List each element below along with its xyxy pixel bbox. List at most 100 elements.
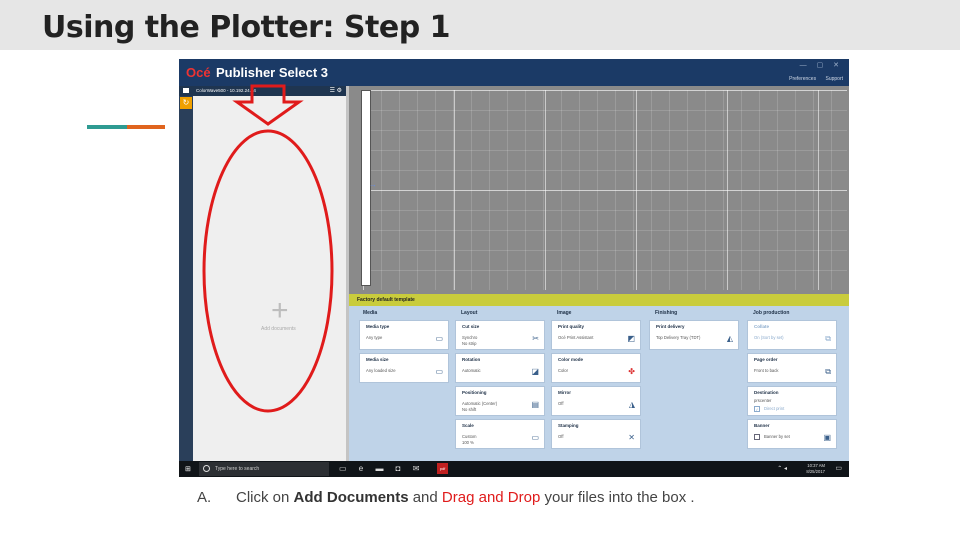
card-color-mode[interactable]: Color mode Color ✤ [551, 353, 641, 383]
support-link[interactable]: Support [825, 76, 843, 82]
pdf-app-icon[interactable]: pdf [437, 463, 448, 474]
card-title: Cut size [462, 324, 480, 329]
banner-checkbox[interactable] [754, 434, 760, 440]
printer-icon [183, 88, 189, 93]
preferences-link[interactable]: Preferences [789, 76, 816, 82]
app-links: Preferences Support [781, 76, 843, 82]
taskbar-search[interactable]: Type here to search [199, 462, 329, 476]
card-title: Page order [754, 357, 778, 362]
banner-icon: ▣ [823, 433, 831, 442]
card-media-size[interactable]: Media size Any loaded size ▭ [359, 353, 449, 383]
card-value: Off [558, 401, 564, 406]
printer-bar[interactable]: ColorWave500 - 10.192.24.24 ☰ ⚙ [179, 86, 346, 96]
card-positioning[interactable]: Positioning Automatic (Center) No shift … [455, 386, 545, 416]
add-documents-icon[interactable]: + [271, 296, 289, 326]
card-value: Custom 100 % [462, 434, 477, 445]
printer-settings-icon[interactable]: ☰ ⚙ [330, 87, 342, 94]
document-panel[interactable]: + Add documents [193, 96, 346, 461]
card-value: prscenter [754, 398, 772, 403]
instruction-caption: A. Click on Add Documents and Drag and Dr… [197, 489, 695, 506]
card-scale[interactable]: Scale Custom 100 % ▭ [455, 419, 545, 449]
card-mirror[interactable]: Mirror Off ◮ [551, 386, 641, 416]
card-title: Print delivery [656, 324, 685, 329]
step-letter: A. [197, 489, 212, 506]
taskbar-app-icons[interactable]: ▭ e ▬ ◘ ✉ [339, 464, 424, 473]
column-job-production: Job production [753, 310, 790, 316]
clock-date: 8/25/2017 [806, 468, 825, 474]
media-icon: ▭ [435, 334, 443, 343]
card-title: Positioning [462, 390, 487, 395]
rotate-icon: ◪ [531, 367, 539, 376]
card-title: Collate [754, 324, 770, 329]
card-title: Media size [366, 357, 389, 362]
brand-logo: Océ [186, 65, 211, 80]
column-layout: Layout [461, 310, 478, 316]
template-label: Factory default template [357, 297, 415, 303]
card-value: Off [558, 434, 564, 439]
card-cut-size[interactable]: Cut size Synchro No strip ✂ [455, 320, 545, 350]
card-media-type[interactable]: Media type Any type ▭ [359, 320, 449, 350]
card-value: Top Delivery Tray (TDT) [656, 335, 701, 340]
color-icon: ✤ [628, 367, 635, 376]
column-finishing: Finishing [655, 310, 678, 316]
card-title: Banner [754, 423, 770, 428]
windows-start-icon[interactable]: ⊞ [185, 465, 191, 473]
position-icon: ▤ [531, 400, 539, 409]
add-documents-label[interactable]: Add documents [261, 326, 296, 332]
check-icon[interactable]: ✓ [754, 406, 760, 412]
card-stamping[interactable]: Stamping Off ✕ [551, 419, 641, 449]
cortana-icon [203, 465, 210, 472]
slide: Using the Plotter: Step 1 Océ Publisher … [0, 0, 960, 540]
refresh-icon[interactable]: ↻ [180, 97, 192, 109]
stamp-icon: ✕ [628, 433, 635, 442]
accent-line-teal [87, 125, 127, 129]
card-value: Color [558, 368, 569, 373]
card-title: Destination [754, 390, 779, 395]
collate-icon: ⧉ [825, 334, 831, 343]
card-collate[interactable]: Collate On (Sort by set) ⧉ [747, 320, 837, 350]
card-banner[interactable]: Banner Banner by set ▣ [747, 419, 837, 449]
card-rotation[interactable]: Rotation Automatic ◪ [455, 353, 545, 383]
card-title: Rotation [462, 357, 481, 362]
app-title-bar: Océ Publisher Select 3 — ▢ ✕ Preferences… [179, 59, 849, 86]
accent-line-orange [127, 125, 165, 129]
scale-icon: ▭ [531, 433, 539, 442]
card-print-delivery[interactable]: Print delivery Top Delivery Tray (TDT) ◭ [649, 320, 739, 350]
caption-text-1: Click on [236, 489, 294, 506]
caption-bold: Add Documents [293, 489, 409, 506]
order-icon: ⧉ [825, 367, 831, 376]
card-value: Automatic (Center) No shift [462, 401, 498, 412]
card-value: Synchro No strip [462, 335, 478, 346]
system-tray-icon[interactable]: ⌃ ◂ [777, 465, 787, 472]
quality-icon: ◩ [627, 334, 635, 343]
printer-name: ColorWave500 - 10.192.24.24 [196, 88, 256, 93]
title-bar: Using the Plotter: Step 1 [0, 0, 960, 50]
slide-title: Using the Plotter: Step 1 [42, 10, 451, 45]
notification-icon[interactable]: ▭ [835, 464, 842, 472]
window-controls[interactable]: — ▢ ✕ [800, 61, 843, 69]
card-title: Scale [462, 423, 474, 428]
preview-grid [363, 90, 847, 290]
card-value: On (Sort by set) [754, 335, 784, 340]
column-media: Media [363, 310, 378, 316]
template-bar[interactable]: Factory default template [349, 294, 849, 306]
column-image: Image [557, 310, 572, 316]
cut-icon: ✂ [532, 334, 539, 343]
print-preview: → [349, 86, 849, 294]
clock-time: 10:37 AM [807, 463, 825, 468]
card-title: Print quality [558, 324, 585, 329]
taskbar-clock[interactable]: 10:37 AM 8/25/2017 [806, 463, 825, 474]
arrow-right-icon: → [369, 180, 377, 189]
search-placeholder: Type here to search [215, 466, 260, 472]
caption-text-2: and [408, 489, 442, 506]
app-screenshot: Océ Publisher Select 3 — ▢ ✕ Preferences… [179, 59, 849, 477]
card-destination[interactable]: Destination prscenter Direct print ✓ [747, 386, 837, 416]
card-title: Mirror [558, 390, 572, 395]
card-print-quality[interactable]: Print quality Océ Print Assistant ◩ [551, 320, 641, 350]
card-page-order[interactable]: Page order Front to back ⧉ [747, 353, 837, 383]
direct-print-option[interactable]: Direct print [764, 406, 784, 412]
card-title: Color mode [558, 357, 584, 362]
app-name: Publisher Select 3 [216, 65, 328, 80]
settings-panel: Media Layout Image Finishing Job product… [349, 306, 849, 461]
caption-text-3: your files into the box . [540, 489, 695, 506]
